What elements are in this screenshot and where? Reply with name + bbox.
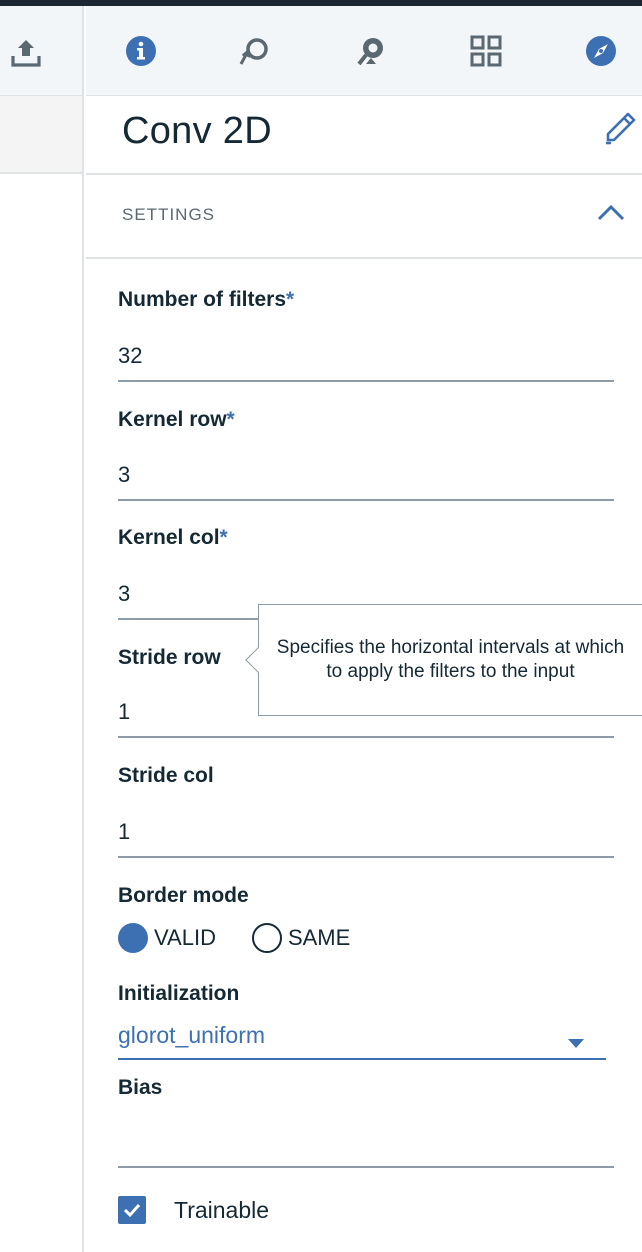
radio-same-label[interactable]: SAME	[288, 925, 350, 951]
filters-field: Number of filters*	[118, 288, 614, 312]
radio-valid[interactable]	[118, 923, 148, 953]
grid-icon[interactable]	[469, 34, 503, 68]
field-label: Bias	[118, 1076, 163, 1099]
bias-field: Bias	[118, 1076, 614, 1100]
stride-tooltip: Specifies the horizontal intervals at wh…	[245, 604, 642, 716]
settings-section-header[interactable]: SETTINGS	[86, 175, 642, 259]
left-column	[0, 6, 84, 1252]
panel-toolbar	[86, 6, 642, 96]
trainable-label[interactable]: Trainable	[174, 1197, 269, 1224]
select-value: glorot_uniform	[118, 1022, 266, 1048]
radio-same[interactable]	[251, 923, 282, 953]
field-label: Initialization	[118, 982, 240, 1005]
rotate-left-icon[interactable]	[238, 34, 272, 68]
left-toolbar	[0, 6, 82, 96]
trainable-row: Trainable	[118, 1196, 269, 1224]
chevron-up-icon[interactable]	[596, 201, 626, 225]
initialization-select[interactable]: glorot_uniform	[118, 1020, 606, 1060]
left-strip	[0, 96, 82, 174]
panel-title: Conv 2D	[122, 110, 272, 152]
title-row: Conv 2D	[86, 96, 642, 175]
tooltip-text: Specifies the horizontal intervals at wh…	[276, 637, 625, 682]
border-mode-field: Border mode	[118, 884, 614, 908]
stride-col-field: Stride col	[118, 764, 614, 788]
checkmark-icon	[123, 1203, 141, 1218]
section-label: SETTINGS	[122, 205, 216, 224]
field-label: Kernel row*	[118, 408, 235, 431]
initialization-field: Initialization	[118, 982, 614, 1006]
bias-input[interactable]	[118, 1118, 614, 1168]
compass-icon[interactable]	[584, 34, 618, 68]
stride-col-input[interactable]	[118, 808, 614, 858]
field-label: Border mode	[118, 884, 249, 907]
kernel-row-input[interactable]	[118, 451, 614, 501]
field-label: Stride col	[118, 764, 214, 787]
field-label: Kernel col*	[118, 526, 228, 549]
field-label: Number of filters*	[118, 288, 295, 311]
kernel-col-field: Kernel col*	[118, 526, 614, 550]
trainable-checkbox[interactable]	[118, 1196, 146, 1224]
radio-valid-label[interactable]: VALID	[154, 925, 216, 951]
upload-icon[interactable]	[9, 36, 43, 70]
rotate-right-icon[interactable]	[354, 34, 388, 68]
border-mode-radio-group: VALID SAME	[118, 922, 386, 954]
edit-icon[interactable]	[602, 110, 638, 146]
caret-down-icon	[568, 1039, 584, 1048]
kernel-row-field: Kernel row*	[118, 408, 614, 432]
info-icon[interactable]	[124, 34, 158, 68]
filters-input[interactable]	[118, 332, 614, 382]
